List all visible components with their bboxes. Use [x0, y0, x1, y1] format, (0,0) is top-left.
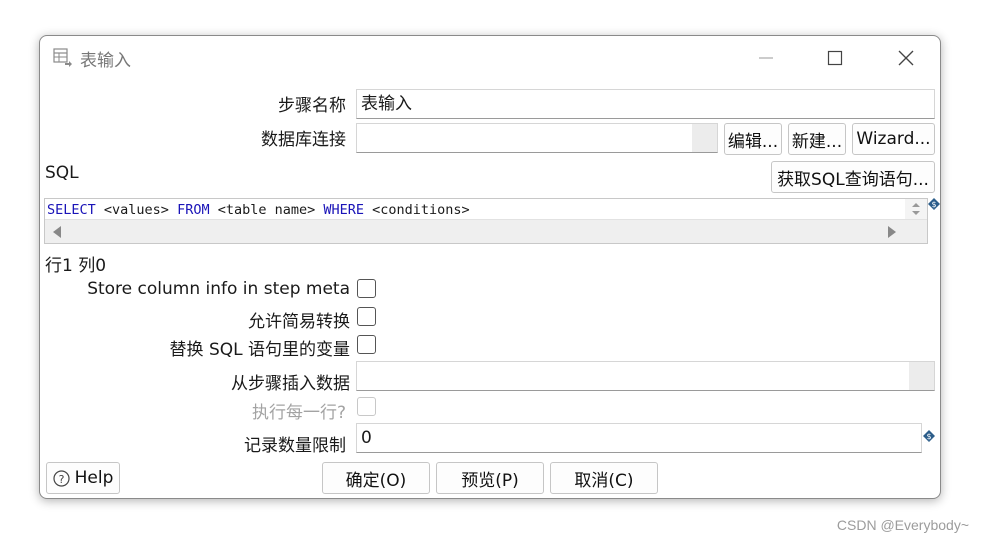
- get-sql-button[interactable]: 获取SQL查询语句...: [771, 161, 935, 193]
- help-button[interactable]: ? Help: [46, 462, 120, 494]
- sql-editor[interactable]: SELECT <values> FROM <table name> WHERE …: [44, 198, 928, 244]
- execute-each-row-checkbox[interactable]: [357, 397, 376, 416]
- limit-label: 记录数量限制: [244, 436, 346, 456]
- lazy-conversion-checkbox[interactable]: [357, 307, 376, 326]
- horizontal-scrollbar[interactable]: [45, 219, 927, 243]
- cursor-position: 行1 列0: [45, 256, 107, 276]
- step-name-label: 步骤名称: [278, 96, 346, 116]
- sql-keyword: FROM: [177, 202, 210, 218]
- table-input-dialog: 表输入 步骤名称 表输入 数据库连接 编辑... 新建... Wizard...…: [39, 35, 941, 499]
- limit-input[interactable]: 0: [356, 423, 922, 453]
- wizard-button[interactable]: Wizard...: [852, 123, 935, 155]
- minimize-icon: [759, 57, 773, 59]
- scroll-left-icon[interactable]: [52, 226, 62, 238]
- help-icon: ?: [53, 469, 70, 487]
- scroll-right-icon[interactable]: [887, 226, 897, 238]
- new-connection-button[interactable]: 新建...: [788, 123, 846, 155]
- minimize-button[interactable]: [752, 44, 780, 72]
- close-button[interactable]: [892, 44, 920, 72]
- sql-label: SQL: [45, 163, 79, 183]
- insert-from-step-label: 从步骤插入数据: [231, 374, 350, 394]
- edit-connection-button[interactable]: 编辑...: [724, 123, 782, 155]
- sql-token: <conditions>: [364, 202, 470, 218]
- variable-icon: $: [928, 198, 940, 210]
- step-name-input[interactable]: 表输入: [356, 89, 935, 119]
- svg-text:$: $: [926, 432, 931, 441]
- sql-keyword: WHERE: [323, 202, 365, 218]
- lazy-conversion-label: 允许简易转换: [248, 312, 350, 332]
- sql-text: SELECT <values> FROM <table name> WHERE …: [47, 202, 470, 218]
- replace-variables-checkbox[interactable]: [357, 335, 376, 354]
- spinner-arrows-icon: [912, 203, 920, 215]
- svg-text:$: $: [931, 200, 936, 209]
- replace-variables-label: 替换 SQL 语句里的变量: [169, 340, 350, 360]
- close-icon: [898, 50, 914, 66]
- svg-text:?: ?: [58, 473, 64, 486]
- table-input-icon: [53, 48, 73, 68]
- cancel-button[interactable]: 取消(C): [550, 462, 658, 494]
- execute-each-row-label: 执行每一行?: [251, 403, 346, 423]
- db-connection-label: 数据库连接: [261, 130, 346, 150]
- db-connection-dropdown[interactable]: [692, 124, 717, 152]
- help-button-label: Help: [74, 468, 114, 488]
- sql-token: <table name>: [209, 202, 324, 218]
- ok-button[interactable]: 确定(O): [322, 462, 430, 494]
- db-connection-select[interactable]: [356, 123, 718, 153]
- insert-from-step-dropdown[interactable]: [909, 362, 934, 390]
- maximize-button[interactable]: [821, 44, 849, 72]
- vertical-scroll-spinner[interactable]: [905, 199, 927, 220]
- preview-button[interactable]: 预览(P): [436, 462, 544, 494]
- maximize-icon: [827, 50, 843, 66]
- variable-icon: $: [923, 430, 935, 442]
- window-title: 表输入: [80, 51, 131, 71]
- watermark: CSDN @Everybody~: [836, 517, 969, 533]
- store-column-info-label: Store column info in step meta: [87, 279, 350, 299]
- sql-keyword: SELECT: [47, 202, 96, 218]
- sql-token: <values>: [95, 202, 178, 218]
- store-column-info-checkbox[interactable]: [357, 279, 376, 298]
- insert-from-step-select[interactable]: [356, 361, 935, 391]
